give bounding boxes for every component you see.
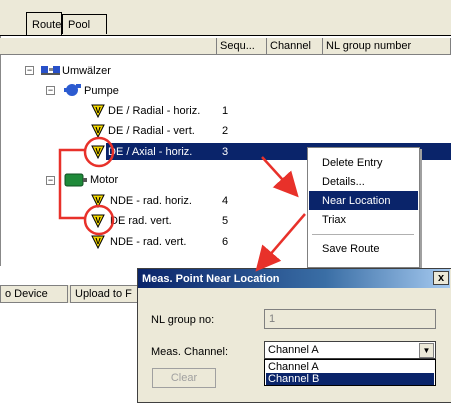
sequence-value: 4 bbox=[222, 192, 228, 209]
tree-node-nde-rad-horiz[interactable]: NDE - rad. horiz. bbox=[110, 192, 192, 209]
tree-node-de-rad-vert[interactable]: DE rad. vert. bbox=[110, 212, 172, 229]
option-channel-a[interactable]: Channel A bbox=[266, 361, 434, 373]
dropdown-arrow-icon[interactable]: ▼ bbox=[419, 343, 434, 358]
meas-channel-label: Meas. Channel: bbox=[151, 346, 229, 358]
sequence-value-text: 5 bbox=[222, 214, 229, 227]
tree-node-label: NDE - rad. vert. bbox=[110, 235, 187, 248]
tree-node-label: Motor bbox=[90, 173, 119, 186]
option-label: Channel B bbox=[268, 373, 320, 385]
sequence-value-text: 3 bbox=[222, 145, 229, 158]
tree-node-de-radial-horiz[interactable]: DE / Radial - horiz. bbox=[108, 102, 200, 119]
tab-route-label: Route bbox=[32, 18, 62, 31]
menu-item-label: Near Location bbox=[322, 194, 391, 207]
clear-button-label: Clear bbox=[170, 372, 198, 384]
device-button-label: o Device bbox=[5, 288, 48, 300]
meas-channel-select[interactable]: Channel A ▼ bbox=[264, 341, 436, 359]
tree-node-label: Umwälzer bbox=[62, 64, 111, 77]
menu-item-label: Triax bbox=[322, 213, 347, 226]
menu-item-details[interactable]: Details... bbox=[309, 172, 418, 191]
dialog-title: Meas. Point Near Location bbox=[142, 272, 280, 285]
close-icon[interactable]: x bbox=[433, 271, 449, 285]
option-label: Channel A bbox=[268, 361, 319, 373]
option-channel-b[interactable]: Channel B bbox=[266, 373, 434, 385]
machine-icon bbox=[41, 66, 60, 75]
tree-node-label: DE / Axial - horiz. bbox=[108, 145, 193, 158]
column-header-nl-group-label: NL group number bbox=[326, 40, 412, 52]
sequence-value-text: 2 bbox=[222, 124, 229, 137]
menu-item-delete-entry[interactable]: Delete Entry bbox=[309, 153, 418, 172]
tree-node-label: DE / Radial - horiz. bbox=[108, 104, 201, 117]
tab-pool[interactable]: Pool bbox=[62, 14, 107, 34]
close-icon-glyph: x bbox=[437, 272, 445, 284]
column-header-channel[interactable]: Channel bbox=[267, 38, 323, 55]
status-bar: o Device Upload to F bbox=[0, 284, 160, 303]
expand-minus-icon[interactable]: − bbox=[46, 176, 55, 185]
menu-item-near-location[interactable]: Near Location bbox=[309, 191, 418, 210]
tree-node-label: DE rad. vert. bbox=[110, 214, 172, 227]
clear-button[interactable]: Clear bbox=[152, 368, 216, 388]
tree-node-nde-rad-vert[interactable]: NDE - rad. vert. bbox=[110, 233, 186, 250]
sequence-value: 6 bbox=[222, 233, 228, 250]
tree-node-de-axial-horiz[interactable]: DE / Axial - horiz. bbox=[108, 143, 192, 160]
tree-node-label: Pumpe bbox=[84, 84, 119, 97]
meas-channel-dropdown-list: Channel A Channel B bbox=[264, 359, 436, 386]
tab-strip: Route Pool bbox=[0, 0, 451, 36]
column-header-sequence[interactable]: Sequ... bbox=[217, 38, 267, 55]
warning-triangle-icon bbox=[91, 235, 105, 249]
column-header-sequence-label: Sequ... bbox=[220, 40, 255, 52]
warning-triangle-icon bbox=[91, 145, 105, 159]
menu-item-label: Delete Entry bbox=[322, 156, 383, 169]
warning-triangle-icon bbox=[91, 124, 105, 138]
menu-separator bbox=[312, 234, 414, 235]
sequence-value: 1 bbox=[222, 102, 228, 119]
tree-node-umwalzer[interactable]: Umwälzer bbox=[62, 62, 111, 79]
menu-item-label: Details... bbox=[322, 175, 365, 188]
menu-item-label: Save Route bbox=[322, 242, 380, 255]
tree-node-de-radial-vert[interactable]: DE / Radial - vert. bbox=[108, 122, 195, 139]
column-header-name[interactable] bbox=[0, 38, 217, 55]
tree-node-label: NDE - rad. horiz. bbox=[110, 194, 192, 207]
context-menu: Delete Entry Details... Near Location Tr… bbox=[307, 147, 420, 268]
nl-group-field[interactable]: 1 bbox=[264, 309, 436, 329]
expand-minus-icon[interactable]: − bbox=[25, 66, 34, 75]
motor-icon bbox=[64, 173, 87, 187]
menu-item-save-route[interactable]: Save Route bbox=[309, 239, 418, 258]
warning-triangle-icon bbox=[91, 194, 105, 208]
tree-node-label: DE / Radial - vert. bbox=[108, 124, 195, 137]
sequence-value-text: 6 bbox=[222, 235, 229, 248]
sequence-value: 3 bbox=[222, 143, 228, 160]
nl-group-label: NL group no: bbox=[151, 314, 215, 326]
pump-icon bbox=[64, 84, 81, 96]
upload-button-label: Upload to F bbox=[75, 288, 132, 300]
sequence-value-text: 1 bbox=[222, 104, 229, 117]
near-location-dialog: Meas. Point Near Location x NL group no:… bbox=[137, 268, 451, 403]
tab-pool-label: Pool bbox=[68, 18, 91, 31]
column-header-channel-label: Channel bbox=[270, 40, 311, 52]
sequence-value-text: 4 bbox=[222, 194, 229, 207]
tree-node-motor[interactable]: Motor bbox=[90, 171, 118, 188]
column-header-nl-group[interactable]: NL group number bbox=[323, 38, 451, 55]
sequence-value: 2 bbox=[222, 122, 228, 139]
warning-triangle-icon bbox=[91, 104, 105, 118]
tab-route[interactable]: Route bbox=[26, 12, 62, 36]
dialog-title-bar: Meas. Point Near Location bbox=[138, 269, 450, 288]
sequence-value: 5 bbox=[222, 212, 228, 229]
nl-group-value: 1 bbox=[269, 313, 276, 325]
expand-minus-icon[interactable]: − bbox=[46, 86, 55, 95]
meas-channel-value: Channel A bbox=[268, 344, 319, 356]
menu-item-triax[interactable]: Triax bbox=[309, 210, 418, 229]
tree-node-pumpe[interactable]: Pumpe bbox=[84, 82, 119, 99]
warning-triangle-icon bbox=[91, 214, 105, 228]
device-button[interactable]: o Device bbox=[0, 285, 68, 303]
